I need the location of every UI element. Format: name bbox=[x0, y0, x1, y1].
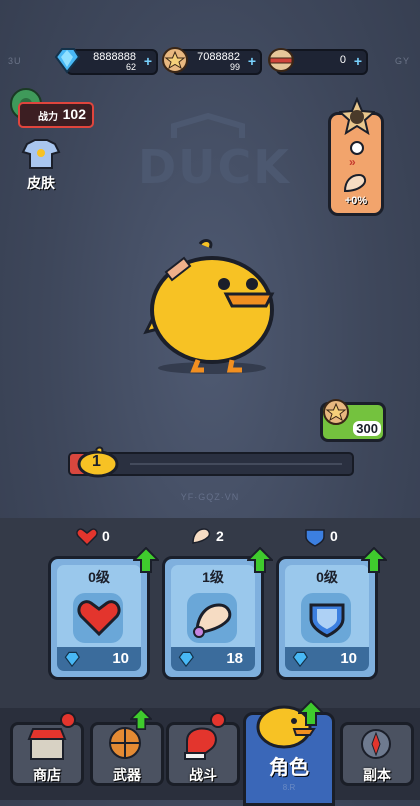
nav-shop[interactable]: 商店 bbox=[10, 722, 84, 786]
nav-battle-label: 战斗 bbox=[189, 767, 217, 783]
skin-button[interactable]: 皮肤 bbox=[14, 138, 68, 192]
health-cost: 10 bbox=[57, 647, 141, 671]
special-amount: 0 bbox=[339, 54, 346, 66]
defense-cost-value: 10 bbox=[340, 650, 357, 667]
level-number: 1 bbox=[92, 453, 101, 470]
nav-weapon-label: 武器 bbox=[113, 767, 141, 783]
nav-battle[interactable]: 战斗 bbox=[166, 722, 240, 786]
upgrade-arrow-icon bbox=[130, 708, 152, 730]
shield-icon bbox=[305, 529, 325, 547]
gem-icon bbox=[292, 651, 308, 668]
nav-shop-label: 商店 bbox=[33, 767, 61, 783]
arm-count: 2 bbox=[216, 528, 224, 544]
stage-bonus-value: +0% bbox=[344, 195, 368, 207]
capsule-icon bbox=[268, 48, 294, 72]
arm-icon bbox=[192, 528, 211, 544]
rank-star-icon bbox=[339, 97, 375, 136]
skin-label: 皮肤 bbox=[27, 175, 55, 191]
special-add-button[interactable]: + bbox=[354, 53, 362, 69]
gem-icon bbox=[54, 48, 81, 74]
power-value: 102 bbox=[62, 106, 86, 122]
nav-weapon[interactable]: 武器 bbox=[90, 722, 164, 786]
reward-bubble[interactable]: 300 bbox=[320, 399, 386, 442]
chevron-down-icon: » bbox=[349, 155, 356, 169]
gem-sub-amount: 62 bbox=[125, 62, 136, 72]
coin-add-button[interactable]: + bbox=[248, 53, 256, 69]
heart-count: 0 bbox=[102, 528, 110, 544]
defense-cost: 10 bbox=[285, 647, 369, 671]
shield-icon bbox=[309, 603, 345, 638]
corner-text-left: 3U bbox=[8, 56, 22, 66]
heart-icon bbox=[77, 600, 121, 637]
duck-character[interactable] bbox=[140, 236, 290, 376]
gem-icon bbox=[178, 651, 194, 668]
arm-icon bbox=[193, 603, 232, 638]
power-label: 战力 bbox=[38, 112, 58, 123]
reward-value: 300 bbox=[353, 421, 381, 436]
power-display: 战力 102 bbox=[18, 102, 94, 128]
version-text: 8.R bbox=[282, 783, 296, 792]
logo-chevron-icon bbox=[171, 112, 245, 138]
defense-upgrade-card[interactable]: 0级 10 bbox=[276, 547, 387, 680]
upgrade-arrow-icon bbox=[133, 547, 159, 573]
upgrade-arrow-icon bbox=[298, 700, 324, 726]
shield-count: 0 bbox=[330, 528, 338, 544]
stage-bonus-panel[interactable]: » +0% bbox=[328, 97, 384, 216]
gem-add-button[interactable]: + bbox=[144, 53, 152, 69]
watermark: YF·GQZ·VN bbox=[180, 492, 240, 502]
corner-text-right: GY bbox=[394, 56, 410, 66]
shop-notification-dot bbox=[60, 712, 76, 728]
arm-strength-icon bbox=[343, 173, 367, 193]
nav-character-label: 角色 bbox=[269, 757, 309, 779]
nav-character[interactable]: 角色 8.R bbox=[243, 705, 335, 806]
nav-dungeon-label: 副本 bbox=[363, 767, 391, 783]
heart-icon bbox=[76, 528, 98, 546]
upgrade-arrow-icon bbox=[361, 547, 387, 573]
nav-dungeon[interactable]: 副本 bbox=[340, 722, 414, 786]
attack-cost: 18 bbox=[171, 647, 255, 671]
star-coin-icon bbox=[162, 47, 188, 73]
shop-icon bbox=[27, 728, 67, 760]
gem-icon bbox=[64, 651, 80, 668]
star-coin-icon bbox=[323, 399, 349, 425]
health-upgrade-card[interactable]: 0级 10 bbox=[48, 547, 159, 680]
duck-backdrop-logo: DUCK bbox=[138, 140, 291, 194]
stage-dot bbox=[350, 141, 364, 155]
progress-track-line bbox=[130, 463, 342, 465]
basketball-icon bbox=[109, 727, 141, 759]
attack-cost-value: 18 bbox=[226, 650, 243, 667]
health-cost-value: 10 bbox=[112, 650, 129, 667]
coin-sub-amount: 99 bbox=[229, 62, 240, 72]
attack-upgrade-card[interactable]: 1级 18 bbox=[162, 547, 273, 680]
boxing-glove-icon bbox=[184, 727, 217, 760]
upgrade-arrow-icon bbox=[247, 547, 273, 573]
shirt-icon bbox=[21, 139, 61, 169]
compass-icon bbox=[361, 729, 391, 759]
battle-notification-dot bbox=[210, 712, 226, 728]
